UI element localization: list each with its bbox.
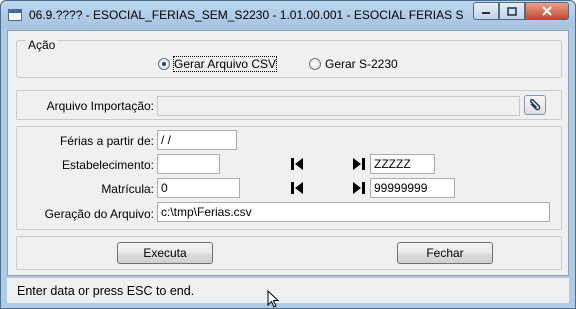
ferias-label: Férias a partir de: [59, 134, 154, 148]
radio-gerar-s2230[interactable]: Gerar S-2230 [309, 57, 398, 71]
app-icon [8, 9, 22, 21]
paperclip-icon [529, 98, 541, 111]
window-title: 06.9.???? - ESOCIAL_FERIAS_SEM_S2230 - 1… [29, 8, 463, 22]
last-record-icon[interactable] [351, 180, 367, 196]
output-file-field[interactable]: c:\tmp\Ferias.csv [157, 202, 550, 222]
first-record-icon[interactable] [289, 156, 305, 172]
browse-file-button[interactable] [524, 95, 546, 115]
radio-label-gerar-csv: Gerar Arquivo CSV [172, 56, 278, 72]
acao-group [16, 40, 562, 78]
import-label: Arquivo Importação: [46, 99, 154, 113]
radio-button-unchecked[interactable] [309, 58, 321, 70]
matricula-to-field[interactable]: 99999999 [370, 178, 455, 198]
app-window: 06.9.???? - ESOCIAL_FERIAS_SEM_S2230 - 1… [0, 0, 576, 309]
maximize-icon [507, 6, 517, 16]
matricula-label: Matrícula: [101, 182, 154, 196]
radio-label-gerar-s2230: Gerar S-2230 [325, 57, 398, 71]
geracao-label: Geração do Arquivo: [44, 207, 154, 221]
last-record-icon[interactable] [351, 156, 367, 172]
matricula-from-field[interactable]: 0 [157, 178, 240, 198]
dialog-body: Ação Gerar Arquivo CSV Gerar S-2230 Arqu… [7, 30, 569, 276]
close-icon [542, 6, 552, 16]
window-controls [473, 2, 569, 20]
estabelecimento-to-field[interactable]: ZZZZZ [370, 154, 435, 174]
close-button[interactable] [525, 2, 569, 20]
executa-button[interactable]: Executa [117, 242, 213, 264]
radio-gerar-csv[interactable]: Gerar Arquivo CSV [158, 56, 278, 72]
mouse-cursor-icon [267, 290, 280, 308]
estabelecimento-label: Estabelecimento: [61, 158, 154, 172]
status-text: Enter data or press ESC to end. [17, 284, 195, 298]
first-record-icon[interactable] [289, 180, 305, 196]
ferias-date-field[interactable]: / / [157, 130, 237, 150]
import-file-field[interactable] [157, 96, 520, 116]
radio-button-checked[interactable] [158, 58, 170, 70]
status-bar: Enter data or press ESC to end. [7, 277, 569, 303]
minimize-icon [482, 12, 490, 14]
fechar-button[interactable]: Fechar [397, 242, 493, 264]
estabelecimento-from-field[interactable] [157, 154, 220, 174]
maximize-button[interactable] [499, 2, 525, 20]
minimize-button[interactable] [473, 2, 499, 20]
acao-legend: Ação [26, 38, 58, 52]
title-bar[interactable]: 06.9.???? - ESOCIAL_FERIAS_SEM_S2230 - 1… [1, 1, 575, 29]
